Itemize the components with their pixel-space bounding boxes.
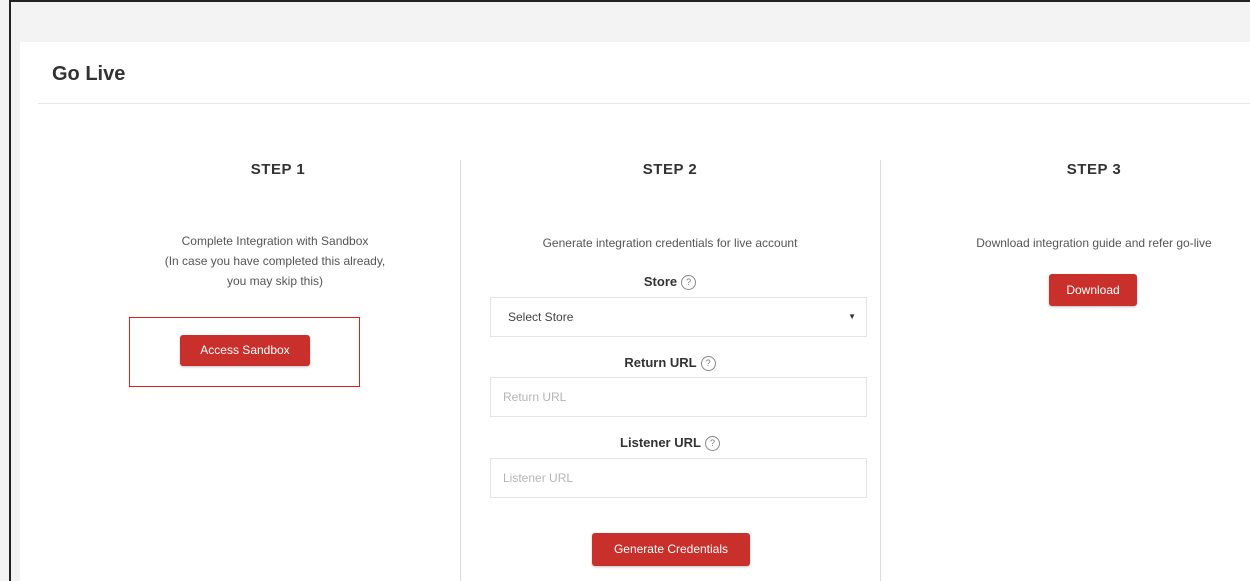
store-label-text: Store: [643, 274, 678, 289]
listener-url-label: Listener URL?: [570, 435, 770, 452]
listener-url-label-text: Listener URL: [620, 435, 701, 450]
title-divider: [38, 103, 1250, 104]
step3-description: Download integration guide and refer go-…: [976, 236, 1212, 250]
question-circle-icon[interactable]: ?: [700, 356, 716, 372]
step1-description-line: you may skip this): [226, 274, 324, 288]
question-circle-icon[interactable]: ?: [681, 275, 697, 291]
download-button[interactable]: Download: [1049, 274, 1137, 306]
step1-description: Complete Integration with Sandbox (In ca…: [100, 231, 450, 291]
generate-credentials-button[interactable]: Generate Credentials: [592, 533, 750, 566]
question-circle-icon[interactable]: ?: [704, 436, 720, 452]
step1-description-line: Complete Integration with Sandbox: [181, 234, 369, 248]
return-url-label: Return URL?: [570, 355, 770, 372]
column-divider: [460, 160, 461, 581]
store-select[interactable]: Select Store ▼: [490, 297, 867, 337]
store-label: Store?: [570, 274, 770, 291]
caret-down-icon: ▼: [848, 312, 856, 321]
column-divider: [880, 160, 881, 581]
step3-heading: STEP 3: [1066, 161, 1122, 178]
step1-heading: STEP 1: [250, 161, 306, 178]
step2-description: Generate integration credentials for liv…: [542, 236, 798, 250]
step2-heading: STEP 2: [642, 161, 698, 178]
access-sandbox-button[interactable]: Access Sandbox: [180, 335, 310, 366]
return-url-label-text: Return URL: [624, 355, 697, 370]
store-select-value: Select Store: [508, 310, 574, 324]
listener-url-input[interactable]: Listener URL: [490, 458, 867, 498]
return-url-input[interactable]: Return URL: [490, 377, 867, 417]
step1-description-line: (In case you have completed this already…: [164, 254, 386, 268]
page-title: Go Live: [52, 63, 126, 85]
